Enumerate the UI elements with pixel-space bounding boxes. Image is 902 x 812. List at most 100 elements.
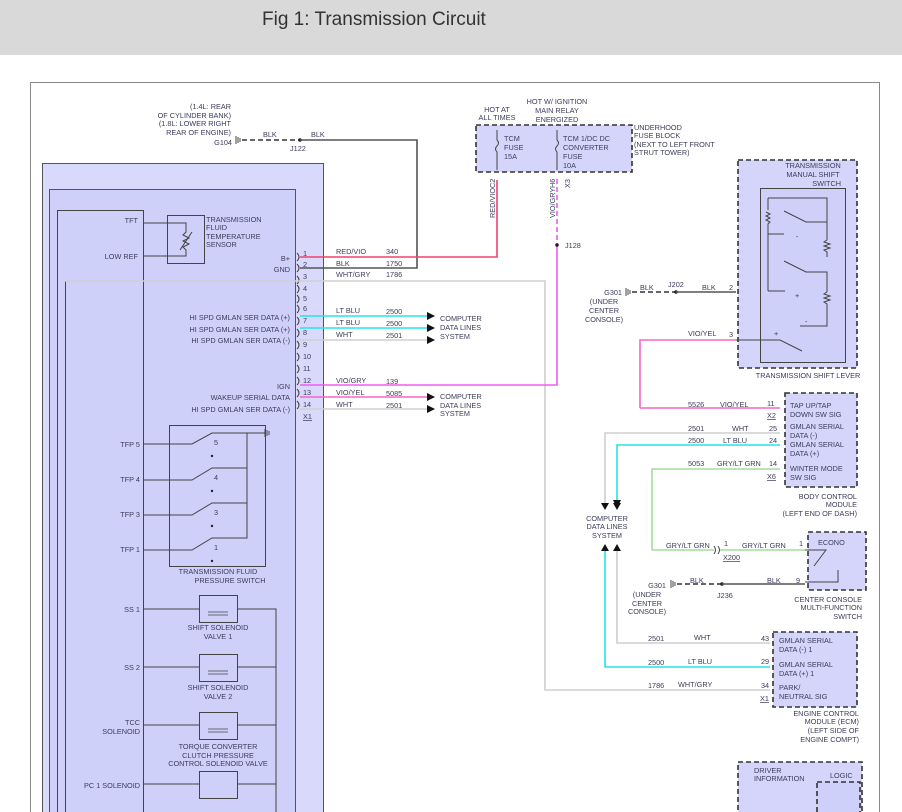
pin-number: 5 xyxy=(303,294,307,303)
fuse-label: 15A xyxy=(504,152,517,161)
driver-information-center: DRIVER INFORMATION LOGIC xyxy=(737,761,863,812)
power-note: ALL TIMES xyxy=(479,113,516,122)
solenoid-name: SHIFT SOLENOID xyxy=(188,683,249,692)
pin-number: 14 xyxy=(303,400,311,409)
wire-color: WHT xyxy=(732,424,749,433)
ground-note: REAR OF ENGINE) xyxy=(166,128,231,137)
wire-color: VIO/GRY xyxy=(548,188,557,218)
circuit-number: 2500 xyxy=(386,319,402,328)
transmission-wiring-diagram: TFT LOW REF TRANSMISSION FLUID TEMPERATU… xyxy=(30,82,880,812)
pin-label: SS 2 xyxy=(124,663,140,672)
switch-name: SWITCH xyxy=(812,179,841,188)
wire-color: VIO/YEL xyxy=(720,400,748,409)
switch-name: MANUAL SHIFT xyxy=(786,170,840,179)
switch-name: SWITCH xyxy=(833,612,862,621)
pin-label: GMLAN SERIAL xyxy=(790,440,844,449)
solenoid-name: CONTROL SOLENOID VALVE xyxy=(168,759,268,768)
circuit-number: 5053 xyxy=(688,459,704,468)
circuit-number: 1786 xyxy=(386,270,402,279)
wire-color: BLK xyxy=(311,130,325,139)
data-lines-label: SYSTEM xyxy=(592,531,622,540)
low-ref-label: LOW REF xyxy=(105,252,139,261)
pin-number: 43 xyxy=(761,634,769,643)
pin-label: DATA (+) 1 xyxy=(779,669,814,678)
data-lines-label: DATA LINES xyxy=(586,522,627,531)
position-number: 5 xyxy=(214,438,218,447)
wire-color: BLK xyxy=(690,576,704,585)
ground-note: CENTER xyxy=(589,306,619,315)
ground-note: (1.8L: LOWER RIGHT xyxy=(159,119,232,128)
ground-note: (1.4L: REAR xyxy=(190,102,231,111)
data-lines-label: SYSTEM xyxy=(440,409,470,418)
pin-label: GMLAN SERIAL xyxy=(790,422,844,431)
connector-id: X2 xyxy=(767,411,776,420)
ground-note: CONSOLE) xyxy=(628,607,666,616)
fuse-label: TCM xyxy=(504,134,520,143)
circuit-number: 2500 xyxy=(688,436,704,445)
fuse-block-name: STRUT TOWER) xyxy=(634,148,690,157)
solenoid-icon xyxy=(199,654,238,682)
switch-name: TRANSMISSION xyxy=(785,161,841,170)
pin-number: 14 xyxy=(769,459,777,468)
connector-id: X200 xyxy=(723,553,740,562)
pin-label: B+ xyxy=(281,254,290,263)
pin-number: 11 xyxy=(303,364,311,373)
wire-color: BLK xyxy=(767,576,781,585)
pin-label: GMLAN SERIAL xyxy=(779,636,833,645)
pin-label: DATA (-) 1 xyxy=(779,645,812,654)
pin-label: DOWN SW SIG xyxy=(790,410,842,419)
circuit-number: 1750 xyxy=(386,259,402,268)
plus-sign: + xyxy=(774,329,778,338)
circuit-number: 2501 xyxy=(386,401,402,410)
junction-label: J236 xyxy=(717,591,733,600)
pin-label: SOLENOID xyxy=(102,727,140,736)
pin-label: PC 1 SOLENOID xyxy=(84,781,140,790)
solenoid-name: VALVE 1 xyxy=(204,632,233,641)
wire-color: LT BLU xyxy=(336,306,360,315)
wire-color: RED/VIO xyxy=(488,188,497,218)
pin-number: 3 xyxy=(729,330,733,339)
data-lines-label: SYSTEM xyxy=(440,332,470,341)
connector-id: C2 xyxy=(488,179,497,188)
shift-lever-label: TRANSMISSION SHIFT LEVER xyxy=(756,371,860,380)
connector-id: X6 xyxy=(767,472,776,481)
fuse-label: TCM 1/DC DC xyxy=(563,134,610,143)
wire-color: WHT xyxy=(336,400,353,409)
position-number: 3 xyxy=(214,508,218,517)
circuit-number: 340 xyxy=(386,247,398,256)
circuit-number: 5526 xyxy=(688,400,704,409)
econo-label: ECONO xyxy=(818,538,845,547)
splice-j128 xyxy=(555,243,559,247)
switch-name: PRESSURE SWITCH xyxy=(195,576,266,585)
plus-sign: + xyxy=(795,291,799,300)
ground-note: (UNDER xyxy=(633,590,661,599)
pin-label: TCC xyxy=(125,718,140,727)
solenoid-icon xyxy=(199,595,238,623)
circuit-number: 2501 xyxy=(386,331,402,340)
switch-name: TRANSMISSION FLUID xyxy=(179,567,258,576)
pin-label: TFP 3 xyxy=(120,510,140,519)
module-name: (LEFT SIDE OF xyxy=(808,726,860,735)
fuse-label: FUSE xyxy=(563,152,583,161)
wire-color: BLK xyxy=(263,130,277,139)
sensor-name: SENSOR xyxy=(206,240,237,249)
position-number: 1 xyxy=(214,543,218,552)
pin-number: 4 xyxy=(303,284,307,293)
solenoid-name: SHIFT SOLENOID xyxy=(188,623,249,632)
pin-label: WAKEUP SERIAL DATA xyxy=(211,393,290,402)
pin-label: PARK/ xyxy=(779,683,801,692)
ground-label: G104 xyxy=(214,138,232,147)
circuit-number: 2500 xyxy=(386,307,402,316)
data-lines-label: COMPUTER xyxy=(440,392,482,401)
pin-label: NEUTRAL SIG xyxy=(779,692,828,701)
power-note: ENERGIZED xyxy=(536,115,579,124)
pin-number: 1 xyxy=(799,539,803,548)
pin-number: 1 xyxy=(724,539,728,548)
pin-number: 2 xyxy=(729,283,733,292)
pin-number: 8 xyxy=(303,328,307,337)
solenoid-icon xyxy=(199,712,238,740)
ground-label: G301 xyxy=(604,288,622,297)
pin-label: SS 1 xyxy=(124,605,140,614)
pin-number: 3 xyxy=(303,272,307,281)
pin-label: HI SPD GMLAN SER DATA (-) xyxy=(191,405,290,414)
